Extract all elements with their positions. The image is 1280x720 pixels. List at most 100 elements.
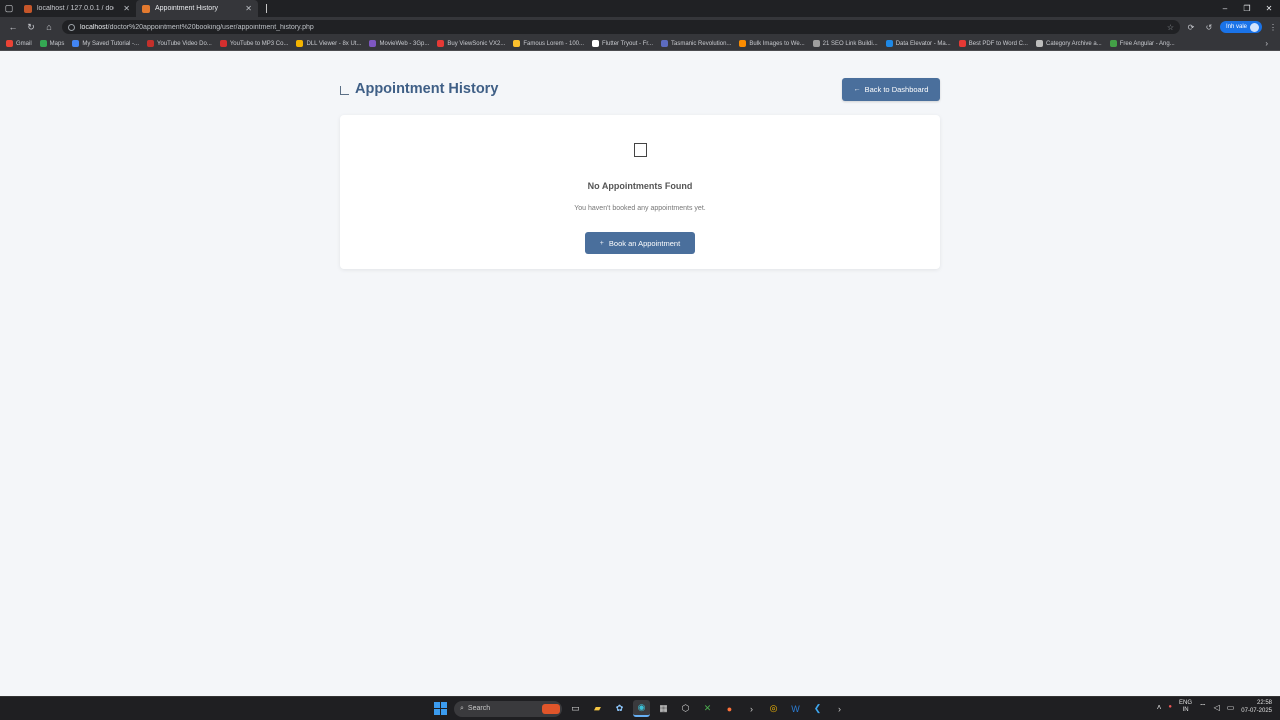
- windows-taskbar: ⌕ Search ▭ ▰ ✿ ◉ ▦ ⬡ ✕ ● › ◎ W ❮ › ˄ ● E…: [0, 696, 1280, 720]
- bookmark-label: Flutter Tryout - Fr...: [602, 40, 654, 47]
- bookmark-favicon-icon: [1109, 40, 1117, 47]
- clock-date: 07-07-2025: [1241, 708, 1272, 714]
- back-to-dashboard-button[interactable]: ← Back to Dashboard: [842, 77, 940, 101]
- browser-tab-bar: ▢ localhost / 127.0.0.1 / doctor app ✕ A…: [0, 0, 1280, 17]
- bookmark-item[interactable]: Free Angular - Ang...: [1109, 40, 1175, 47]
- xbox-icon[interactable]: ✕: [699, 700, 716, 717]
- lang-code: ENG: [1179, 700, 1193, 706]
- bookmark-label: Buy ViewSonic VX2...: [447, 40, 506, 47]
- bookmark-favicon-icon: [739, 40, 747, 47]
- bookmark-favicon-icon: [369, 40, 377, 47]
- profile-button[interactable]: Inh vale: [1219, 21, 1262, 33]
- language-indicator[interactable]: ENG IN: [1179, 700, 1192, 714]
- page-viewport: Appointment History ← Back to Dashboard …: [2, 51, 1278, 694]
- bookmark-label: MovieWeb - 3Gp...: [379, 40, 430, 47]
- bookmark-item[interactable]: MovieWeb - 3Gp...: [369, 40, 429, 47]
- search-placeholder: Search: [467, 705, 491, 712]
- restore-icon[interactable]: ❐: [1236, 0, 1258, 17]
- empty-state-message: You haven't booked any appointments yet.: [574, 205, 706, 212]
- chevron-up-icon[interactable]: ˄: [1157, 703, 1162, 712]
- bookmark-item[interactable]: Famous Lorem - 100...: [513, 40, 584, 47]
- bookmark-label: Best PDF to Word C...: [968, 40, 1028, 47]
- home-icon[interactable]: ⌂: [40, 18, 58, 36]
- site-info-icon[interactable]: [68, 23, 75, 31]
- more-bookmarks-icon[interactable]: ›: [1265, 39, 1268, 48]
- bookmark-favicon-icon: [812, 40, 820, 47]
- bookmark-item[interactable]: Bulk Images to We...: [739, 40, 805, 47]
- bookmark-favicon-icon: [296, 40, 304, 47]
- bookmark-item[interactable]: Best PDF to Word C...: [958, 40, 1028, 47]
- back-button-label: Back to Dashboard: [864, 84, 929, 94]
- store-icon[interactable]: ▦: [655, 700, 672, 717]
- clock[interactable]: 22:58 07-07-2025: [1241, 699, 1272, 715]
- bookmark-item[interactable]: Buy ViewSonic VX2...: [437, 40, 505, 47]
- bookmark-item[interactable]: 21 SEO Link Buildi...: [812, 40, 878, 47]
- powershell-icon[interactable]: ›: [831, 700, 848, 717]
- url-input[interactable]: localhost/doctor%20appointment%20booking…: [62, 20, 1180, 34]
- bookmark-item[interactable]: Gmail: [6, 40, 32, 47]
- word-icon[interactable]: W: [787, 700, 804, 717]
- url-text: localhost/doctor%20appointment%20booking…: [80, 23, 314, 31]
- wifi-icon[interactable]: ⌔: [1199, 702, 1207, 712]
- firefox-icon[interactable]: ●: [721, 700, 738, 717]
- bookmark-favicon-icon: [437, 40, 445, 47]
- reload-icon[interactable]: ↻: [22, 18, 40, 36]
- page-header: Appointment History ← Back to Dashboard: [340, 77, 940, 101]
- bookmark-item[interactable]: Flutter Tryout - Fr...: [592, 40, 653, 47]
- search-icon: ⌕: [460, 704, 464, 712]
- back-arrow-icon[interactable]: ←: [4, 18, 22, 36]
- history-icon: [340, 86, 349, 95]
- arrow-left-icon: ←: [853, 85, 861, 93]
- bookmark-label: YouTube Video Do...: [157, 40, 212, 47]
- bookmark-favicon-icon: [6, 40, 13, 47]
- bookmark-label: My Saved Tutorial -...: [82, 40, 140, 47]
- tab-actions-icon[interactable]: ▢: [0, 0, 18, 17]
- bookmark-item[interactable]: My Saved Tutorial -...: [72, 40, 139, 47]
- bookmark-star-icon[interactable]: ☆: [1167, 23, 1174, 32]
- page-title: Appointment History: [355, 81, 499, 97]
- notification-app-icon[interactable]: ●: [1168, 704, 1172, 710]
- bookmark-favicon-icon: [958, 40, 966, 47]
- volume-icon[interactable]: ◁: [1214, 703, 1220, 712]
- menu-icon[interactable]: ⋮: [1266, 20, 1280, 34]
- bookmark-item[interactable]: Data Elevator - Ma...: [885, 40, 951, 47]
- extensions-icon[interactable]: ⟳: [1184, 20, 1198, 34]
- chrome-icon[interactable]: ◎: [765, 700, 782, 717]
- bookmark-favicon-icon: [513, 40, 521, 47]
- copilot-icon[interactable]: ✿: [611, 700, 628, 717]
- close-tab-icon[interactable]: ✕: [245, 4, 252, 13]
- bookmark-label: Maps: [49, 40, 65, 47]
- bookmark-item[interactable]: Category Archive a...: [1035, 40, 1102, 47]
- avatar: [1250, 22, 1259, 32]
- bookmark-favicon-icon: [661, 40, 669, 47]
- bookmark-favicon-icon: [72, 40, 80, 47]
- book-appointment-button[interactable]: + Book an Appointment: [585, 232, 695, 254]
- taskbar-search-input[interactable]: ⌕ Search: [454, 700, 562, 717]
- close-tab-icon[interactable]: ✕: [123, 4, 130, 13]
- vscode-icon[interactable]: ❮: [809, 700, 826, 717]
- bookmark-label: Data Elevator - Ma...: [895, 40, 951, 47]
- bookmark-item[interactable]: YouTube to MP3 Co...: [219, 40, 288, 47]
- page-title-group: Appointment History: [340, 81, 498, 97]
- bookmark-item[interactable]: Maps: [39, 40, 65, 47]
- bookmark-item[interactable]: Tasmanic Revolution...: [661, 40, 731, 47]
- close-window-icon[interactable]: ✕: [1258, 0, 1280, 17]
- task-view-icon[interactable]: ▭: [567, 700, 584, 717]
- bookmark-item[interactable]: DLL Viewer - 8x Ut...: [296, 40, 361, 47]
- battery-icon[interactable]: ▭: [1227, 703, 1235, 712]
- tab-title: localhost / 127.0.0.1 / doctor app: [37, 5, 114, 12]
- bookmark-item[interactable]: YouTube Video Do...: [147, 40, 212, 47]
- windows-start-icon[interactable]: [432, 700, 449, 717]
- file-explorer-icon[interactable]: ▰: [589, 700, 606, 717]
- browser-tab-phpmyadmin[interactable]: localhost / 127.0.0.1 / doctor app ✕: [18, 0, 136, 17]
- edge-browser-icon[interactable]: ◉: [633, 700, 650, 717]
- history-icon[interactable]: ↺: [1202, 20, 1216, 34]
- tab-title: Appointment History: [155, 5, 219, 12]
- terminal-icon[interactable]: ›: [743, 700, 760, 717]
- settings-icon[interactable]: ⬡: [677, 700, 694, 717]
- browser-tab-appointment-history[interactable]: Appointment History ✕: [136, 0, 258, 17]
- page-favicon-icon: [142, 4, 150, 13]
- bookmark-label: DLL Viewer - 8x Ut...: [306, 40, 362, 47]
- minimize-icon[interactable]: –: [1214, 0, 1236, 17]
- bookmark-label: 21 SEO Link Buildi...: [822, 40, 878, 47]
